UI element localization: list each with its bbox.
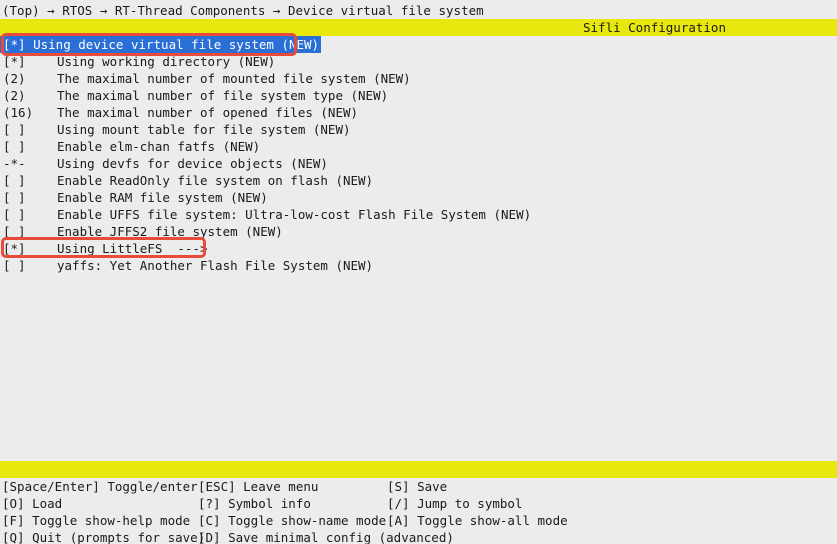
menu-item-max-fs-type[interactable]: (2) The maximal number of file system typ… [0,87,388,104]
menu-item-romfs[interactable]: [ ] Enable ReadOnly file system on flash … [0,172,373,189]
help-show-name-mode: [C] Toggle show-name mode [198,513,387,528]
breadcrumb: (Top) → RTOS → RT-Thread Components → De… [2,3,484,18]
help-toggle-enter: [Space/Enter] Toggle/enter [2,479,198,494]
menu-item-mark: [*] [3,37,26,52]
menu-item-mark: (16) [3,105,34,120]
menu-item-vfs[interactable]: [*] Using device virtual file system (NE… [0,36,322,53]
menu-item-label: Using LittleFS ---> [57,241,208,256]
help-load: [O] Load [2,496,63,511]
menu-item-label: Using mount table for file system (NEW) [57,122,351,137]
menu-item-mark: [ ] [3,122,26,137]
menu-item-uffs[interactable]: [ ] Enable UFFS file system: Ultra-low-co… [0,206,531,223]
menu-item-mount-table[interactable]: [ ] Using mount table for file system (NE… [0,121,351,138]
help-save: [S] Save [387,479,448,494]
menu-item-mark: [ ] [3,224,26,239]
menu-item-mark: [ ] [3,207,26,222]
menu-item-label: The maximal number of opened files (NEW) [57,105,359,120]
menu-item-label: Enable RAM file system (NEW) [57,190,268,205]
menu-item-elm-fatfs[interactable]: [ ] Enable elm-chan fatfs (NEW) [0,138,260,155]
menu-item-label: Using device virtual file system (NEW) [33,37,320,52]
menu-item-yaffs[interactable]: [ ] yaffs: Yet Another Flash File System … [0,257,373,274]
menu-item-label: yaffs: Yet Another Flash File System (NE… [57,258,374,273]
window-title: Sifli Configuration [583,20,726,35]
title-bar: Sifli Configuration [0,19,837,36]
menu-item-mark: [*] [3,241,26,256]
help-symbol-info: [?] Symbol info [198,496,311,511]
menu-item-label: The maximal number of file system type (… [57,88,389,103]
menu-item-jffs2[interactable]: [ ] Enable JFFS2 file system (NEW) [0,223,283,240]
menu-item-littlefs[interactable]: [*] Using LittleFS ---> [0,240,208,257]
menu-item-label: The maximal number of mounted file syste… [57,71,411,86]
menu-item-devfs[interactable]: -*- Using devfs for device objects (NEW) [0,155,328,172]
menu-item-max-opened-files[interactable]: (16) The maximal number of opened files (… [0,104,358,121]
menu-item-label: Enable elm-chan fatfs (NEW) [57,139,261,154]
help-save-minimal-config: [D] Save minimal config (advanced) [198,530,454,544]
menu-item-max-mounted[interactable]: (2) The maximal number of mounted file sy… [0,70,411,87]
help-jump-to-symbol: [/] Jump to symbol [387,496,523,511]
menu-item-mark: [*] [3,54,26,69]
menu-item-working-directory[interactable]: [*] Using working directory (NEW) [0,53,275,70]
status-bar [0,461,837,478]
help-leave-menu: [ESC] Leave menu [198,479,319,494]
menu-item-ramfs[interactable]: [ ] Enable RAM file system (NEW) [0,189,268,206]
menu-item-label: Using devfs for device objects (NEW) [57,156,328,171]
help-show-all-mode: [A] Toggle show-all mode [387,513,568,528]
menu-item-mark: (2) [3,88,26,103]
menu-item-label: Enable UFFS file system: Ultra-low-cost … [57,207,532,222]
menu-item-mark: [ ] [3,139,26,154]
menu-item-label: Enable JFFS2 file system (NEW) [57,224,283,239]
menu-item-mark: (2) [3,71,26,86]
menu-item-mark: [ ] [3,258,26,273]
help-show-help-mode: [F] Toggle show-help mode [2,513,191,528]
menu-item-mark: [ ] [3,190,26,205]
menu-item-mark: -*- [3,156,26,171]
menu-item-label: Enable ReadOnly file system on flash (NE… [57,173,374,188]
menu-item-mark: [ ] [3,173,26,188]
menu-item-label: Using working directory (NEW) [57,54,276,69]
help-quit: [Q] Quit (prompts for save) [2,530,206,544]
